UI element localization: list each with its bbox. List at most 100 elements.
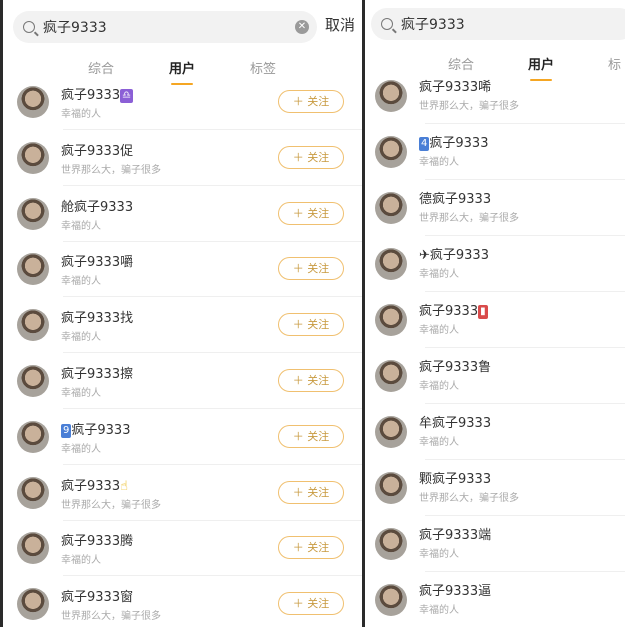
search-icon — [381, 18, 393, 30]
avatar[interactable] — [17, 253, 49, 286]
list-item[interactable]: 舱疯子9333 幸福的人 ＋ 关注 — [3, 186, 362, 242]
list-item[interactable]: 牟疯子9333 幸福的人 — [365, 404, 625, 460]
list-item[interactable]: 疯子9333促世界那么大，骗子很多 ＋ 关注 — [3, 130, 362, 186]
user-bio: 世界那么大，骗子很多 — [419, 101, 519, 112]
user-name: 疯子9333 ▮ — [419, 304, 488, 319]
search-input[interactable]: 疯子9333 — [401, 14, 625, 34]
user-name: 德疯子9333 — [419, 192, 492, 207]
list-item[interactable]: 颗疯子9333 世界那么大，骗子很多 — [365, 460, 625, 516]
follow-button[interactable]: ＋ 关注 — [278, 592, 344, 616]
user-bio: 幸福的人 — [61, 109, 101, 120]
user-bio: 世界那么大，骗子很多 — [419, 213, 519, 224]
user-bio: 幸福的人 — [61, 388, 101, 399]
search-icon — [23, 21, 35, 33]
user-name: 疯子9333唏 — [419, 80, 492, 95]
user-bio: 世界那么大，骗子很多 — [61, 611, 161, 623]
user-name: 疯子9333促 — [61, 143, 134, 159]
avatar[interactable] — [17, 141, 49, 174]
user-bio: 幸福的人 — [61, 220, 101, 232]
libra-badge-icon: ♎ — [120, 89, 134, 103]
follow-button[interactable]: ＋ 关注 — [278, 313, 344, 337]
list-item[interactable]: 疯子9333擦幸福的人 ＋ 关注 — [3, 353, 362, 409]
follow-button[interactable]: ＋ 关注 — [278, 536, 344, 560]
user-bio: 幸福的人 — [61, 555, 101, 567]
user-name: 疯子9333窗 — [61, 590, 134, 606]
clear-icon[interactable]: ✕ — [295, 20, 309, 34]
follow-button[interactable]: ＋ 关注 — [278, 257, 344, 281]
avatar[interactable] — [17, 476, 49, 509]
follow-button[interactable]: ＋ 关注 — [278, 90, 344, 113]
list-item[interactable]: 疯子9333鲁 幸福的人 — [365, 348, 625, 404]
avatar[interactable] — [375, 80, 407, 112]
avatar[interactable] — [17, 588, 49, 621]
cancel-button[interactable]: 取消 — [325, 14, 355, 35]
fire-extinguisher-icon: ▮ — [478, 305, 488, 319]
avatar[interactable] — [375, 304, 407, 336]
list-item[interactable]: 疯子9333找幸福的人 ＋ 关注 — [3, 297, 362, 354]
list-item[interactable]: 疯子9333嚼幸福的人 ＋ 关注 — [3, 241, 362, 298]
search-input[interactable]: 疯子9333 — [43, 17, 295, 37]
user-bio: 幸福的人 — [419, 157, 459, 168]
user-bio: 幸福的人 — [419, 269, 459, 280]
user-name: 疯子9333嚼 — [61, 255, 134, 271]
avatar[interactable] — [375, 584, 407, 616]
avatar[interactable] — [17, 309, 49, 342]
number-badge-icon: 9 — [61, 423, 72, 438]
user-name: 疯子9333☝ — [61, 478, 129, 494]
user-bio: 世界那么大，骗子很多 — [419, 493, 519, 504]
pointing-hand-icon: ☝ — [120, 478, 129, 494]
list-item[interactable]: ✈疯子9333 幸福的人 — [365, 236, 625, 292]
list-item[interactable]: 疯子9333逼幸福的人 — [365, 572, 625, 627]
list-item[interactable]: 疯子9333 ♎ 幸福的人 ＋ 关注 — [3, 74, 362, 130]
follow-button[interactable]: ＋ 关注 — [278, 145, 344, 169]
user-name: ✈疯子9333 — [419, 248, 489, 263]
list-item[interactable]: 疯子9333唏世界那么大，骗子很多 — [365, 68, 625, 124]
user-name: 牟疯子9333 — [419, 416, 492, 431]
avatar[interactable] — [17, 197, 49, 230]
follow-button[interactable]: ＋ 关注 — [278, 480, 344, 504]
avatar[interactable] — [375, 360, 407, 392]
search-bar[interactable]: 疯子9333 — [371, 8, 625, 40]
avatar[interactable] — [375, 528, 407, 560]
user-name: 疯子9333逼 — [419, 584, 492, 599]
number-badge-icon: 4 — [419, 137, 430, 151]
user-bio: 幸福的人 — [61, 332, 101, 344]
user-bio: 幸福的人 — [61, 276, 101, 288]
list-item[interactable]: 9 疯子9333 幸福的人 ＋ 关注 — [3, 409, 362, 465]
avatar[interactable] — [17, 532, 49, 565]
list-item[interactable]: 疯子9333窗世界那么大，骗子很多 ＋ 关注 — [3, 576, 362, 627]
user-bio: 幸福的人 — [419, 549, 459, 560]
user-bio: 幸福的人 — [419, 437, 459, 448]
user-bio: 世界那么大，骗子很多 — [61, 164, 161, 176]
user-name: 疯子9333 ♎ — [61, 88, 134, 103]
avatar[interactable] — [17, 420, 49, 453]
user-bio: 世界那么大，骗子很多 — [61, 499, 161, 511]
list-item[interactable]: 疯子9333端幸福的人 — [365, 516, 625, 572]
user-name: 舱疯子9333 — [61, 199, 134, 215]
follow-button[interactable]: ＋ 关注 — [278, 369, 344, 392]
user-name: 4 疯子9333 — [419, 136, 489, 151]
user-name: 疯子9333端 — [419, 528, 492, 543]
list-item[interactable]: 4 疯子9333 幸福的人 — [365, 124, 625, 180]
avatar[interactable] — [375, 248, 407, 280]
avatar[interactable] — [375, 416, 407, 448]
avatar[interactable] — [375, 472, 407, 504]
user-name: 9 疯子9333 — [61, 422, 131, 438]
user-name: 疯子9333鲁 — [419, 360, 492, 375]
user-bio: 幸福的人 — [61, 443, 101, 455]
follow-button[interactable]: ＋ 关注 — [278, 424, 344, 448]
avatar[interactable] — [375, 136, 407, 168]
list-item[interactable]: 疯子9333 ▮ 幸福的人 — [365, 292, 625, 348]
list-item[interactable]: 德疯子9333 世界那么大，骗子很多 — [365, 180, 625, 236]
search-bar[interactable]: 疯子9333 ✕ — [13, 11, 317, 43]
avatar[interactable] — [17, 86, 49, 118]
list-item[interactable]: 疯子9333☝ 世界那么大，骗子很多 ＋ 关注 — [3, 465, 362, 521]
user-bio: 幸福的人 — [419, 605, 459, 616]
list-item[interactable]: 疯子9333腾 幸福的人 ＋ 关注 — [3, 520, 362, 577]
user-name: 疯子9333找 — [61, 311, 134, 327]
user-name: 疯子9333擦 — [61, 367, 134, 382]
right-screenshot-panel: 疯子9333 综合 用户 标 疯子9333唏 世界那么大，骗子很多 4 疯子9333 幸… — [365, 0, 625, 627]
follow-button[interactable]: ＋ 关注 — [278, 201, 344, 225]
avatar[interactable] — [17, 365, 49, 397]
avatar[interactable] — [375, 192, 407, 224]
